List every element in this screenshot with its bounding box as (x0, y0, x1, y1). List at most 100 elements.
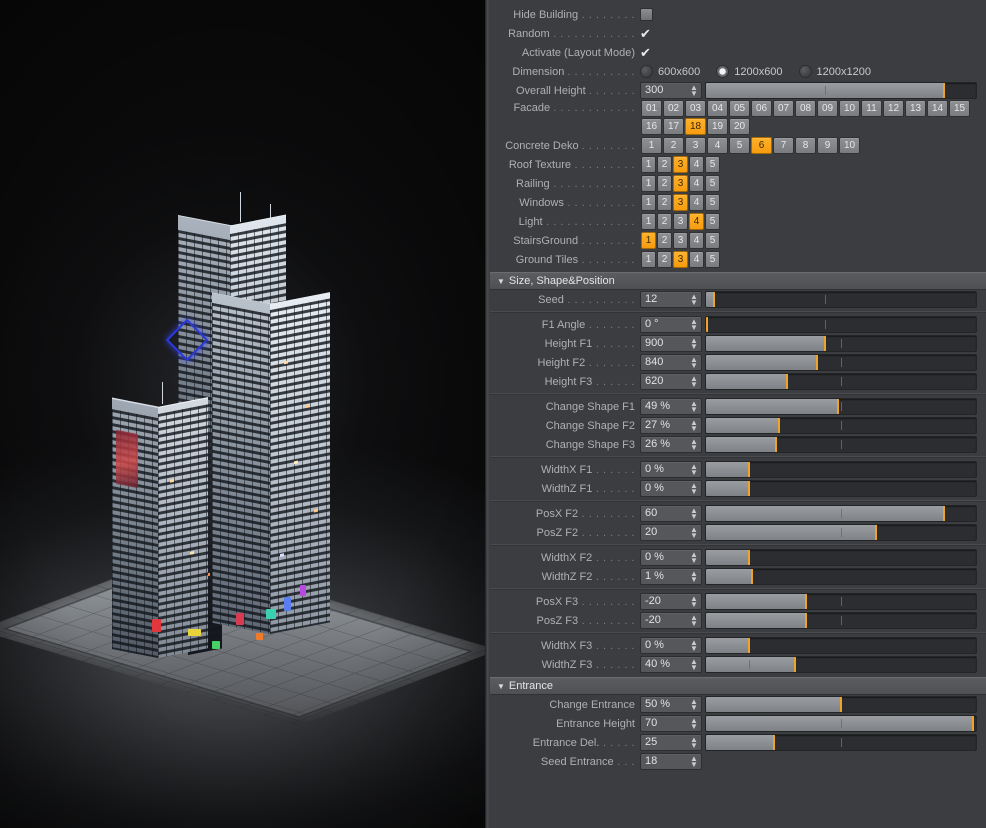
number-input[interactable]: 12 ▲ ▼ (640, 291, 702, 308)
option-button[interactable]: 4 (689, 174, 704, 192)
number-input[interactable]: -20 ▲ ▼ (640, 593, 702, 610)
number-input[interactable]: 40 % ▲ ▼ (640, 656, 702, 673)
slider-handle[interactable] (837, 399, 840, 414)
option-button[interactable]: 3 (673, 231, 688, 249)
option-button[interactable]: 12 (883, 100, 904, 117)
value-slider[interactable] (705, 524, 977, 541)
spinner-arrows-icon[interactable]: ▲ ▼ (689, 418, 701, 432)
option-button[interactable]: 5 (705, 231, 720, 249)
value-slider[interactable] (705, 656, 977, 673)
slider-handle[interactable] (972, 716, 975, 731)
value-slider[interactable] (705, 612, 977, 629)
option-button[interactable]: 5 (705, 193, 720, 211)
slider-handle[interactable] (804, 594, 807, 609)
checkbox-unchecked-icon[interactable] (640, 8, 653, 21)
value-slider[interactable] (705, 461, 977, 478)
option-button[interactable]: 15 (949, 100, 970, 117)
number-input[interactable]: 0 % ▲ ▼ (640, 637, 702, 654)
option-button-selected[interactable]: 3 (673, 250, 688, 268)
slider-handle[interactable] (775, 437, 778, 452)
button-group[interactable]: 12345 (640, 174, 721, 193)
spinner-arrows-icon[interactable]: ▲ ▼ (689, 657, 701, 671)
option-button[interactable]: 04 (707, 100, 728, 117)
slider-handle[interactable] (804, 613, 807, 628)
section-header-entrance[interactable]: ▼ Entrance (490, 677, 986, 695)
value-slider[interactable] (705, 593, 977, 610)
spinner-arrows-icon[interactable]: ▲ ▼ (689, 550, 701, 564)
number-input[interactable]: 60 ▲ ▼ (640, 505, 702, 522)
option-button[interactable]: 2 (657, 231, 672, 249)
section-header-size-shape-position[interactable]: ▼ Size, Shape&Position (490, 272, 986, 290)
button-group[interactable]: 12345 (640, 193, 721, 212)
radio-label[interactable]: 1200x1200 (817, 66, 871, 78)
checkbox-checked-icon[interactable]: ✔ (640, 46, 651, 59)
slider-handle[interactable] (942, 83, 945, 98)
spinner-arrows-icon[interactable]: ▲ ▼ (689, 613, 701, 627)
slider-handle[interactable] (942, 506, 945, 521)
spinner-arrows-icon[interactable]: ▲ ▼ (689, 735, 701, 749)
value-slider[interactable] (705, 734, 977, 751)
option-button[interactable]: 9 (817, 136, 838, 154)
option-button[interactable]: 17 (663, 118, 684, 135)
spinner-arrows-icon[interactable]: ▲ ▼ (689, 437, 701, 451)
option-button-selected[interactable]: 6 (751, 136, 772, 154)
option-button-selected[interactable]: 3 (673, 193, 688, 211)
option-button-selected[interactable]: 18 (685, 118, 706, 135)
value-slider[interactable] (705, 291, 977, 308)
value-slider[interactable] (705, 373, 977, 390)
option-button[interactable]: 5 (705, 174, 720, 192)
option-button[interactable]: 1 (641, 155, 656, 173)
option-button[interactable]: 8 (795, 136, 816, 154)
value-slider[interactable] (705, 335, 977, 352)
spinner-arrows-icon[interactable]: ▲ ▼ (689, 481, 701, 495)
number-input[interactable]: -20 ▲ ▼ (640, 612, 702, 629)
radio-600x600[interactable] (640, 65, 653, 78)
spinner-arrows-icon[interactable]: ▲ ▼ (689, 317, 701, 331)
option-button[interactable]: 4 (689, 155, 704, 173)
option-button[interactable]: 16 (641, 118, 662, 135)
value-slider[interactable] (705, 480, 977, 497)
option-button[interactable]: 5 (705, 250, 720, 268)
slider-handle[interactable] (748, 638, 751, 653)
option-button-selected[interactable]: 4 (689, 212, 704, 230)
radio-label[interactable]: 1200x600 (734, 66, 782, 78)
option-button[interactable]: 4 (689, 250, 704, 268)
option-button[interactable]: 08 (795, 100, 816, 117)
attributes-panel[interactable]: Hide Building . . . . . . . . Random . . … (490, 0, 986, 828)
number-input[interactable]: 0 ° ▲ ▼ (640, 316, 702, 333)
value-slider[interactable] (705, 436, 977, 453)
number-input[interactable]: 0 % ▲ ▼ (640, 480, 702, 497)
option-button[interactable]: 11 (861, 100, 882, 117)
slider-handle[interactable] (777, 418, 780, 433)
value-slider[interactable] (705, 316, 977, 333)
option-button[interactable]: 2 (657, 174, 672, 192)
overall-height-input[interactable]: 300 ▲ ▼ (640, 82, 702, 99)
option-button-selected[interactable]: 3 (673, 174, 688, 192)
number-input[interactable]: 26 % ▲ ▼ (640, 436, 702, 453)
slider-handle[interactable] (706, 317, 709, 332)
button-group[interactable]: 01 02 03 04 05 06 07 08 09 10 11 12 13 14 15 16 17 18 19 20 (640, 100, 986, 136)
option-button[interactable]: 1 (641, 250, 656, 268)
slider-handle[interactable] (772, 735, 775, 750)
value-slider[interactable] (705, 715, 977, 732)
option-button[interactable]: 01 (641, 100, 662, 117)
option-button[interactable]: 1 (641, 212, 656, 230)
option-button[interactable]: 10 (839, 136, 860, 154)
option-button[interactable]: 2 (663, 136, 684, 154)
spinner-arrows-icon[interactable]: ▲ ▼ (689, 462, 701, 476)
option-button[interactable]: 4 (689, 193, 704, 211)
slider-handle[interactable] (786, 374, 788, 389)
value-slider[interactable] (705, 417, 977, 434)
option-button[interactable]: 19 (707, 118, 728, 135)
spinner-arrows-icon[interactable]: ▲ ▼ (689, 292, 701, 306)
slider-handle[interactable] (750, 569, 753, 584)
spinner-arrows-icon[interactable]: ▲ ▼ (689, 594, 701, 608)
spinner-arrows-icon[interactable]: ▲ ▼ (689, 569, 701, 583)
slider-handle[interactable] (713, 292, 716, 307)
button-group[interactable]: 12345 (640, 155, 721, 174)
value-slider[interactable] (705, 568, 977, 585)
option-button[interactable]: 20 (729, 118, 750, 135)
value-slider[interactable] (705, 696, 977, 713)
slider-handle[interactable] (815, 355, 818, 370)
option-button[interactable]: 03 (685, 100, 706, 117)
